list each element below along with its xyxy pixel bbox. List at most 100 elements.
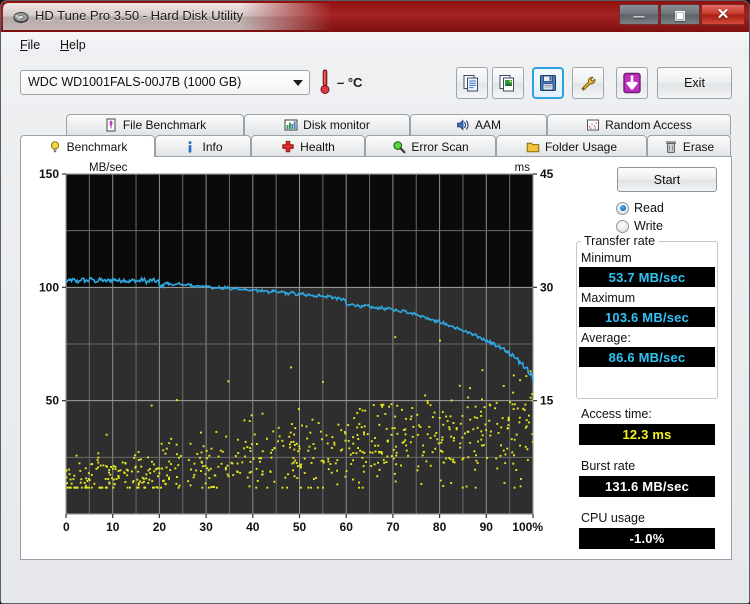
access-time-value: 12.3 ms bbox=[579, 424, 715, 445]
app-window: HD Tune Pro 3.50 - Hard Disk Utility — ▣… bbox=[0, 0, 750, 604]
trash-icon bbox=[664, 140, 678, 154]
maximize-button[interactable]: ▣ bbox=[660, 4, 700, 25]
tab-folder-usage[interactable]: Folder Usage bbox=[496, 135, 647, 157]
drive-select-value: WDC WD1001FALS-00J7B (1000 GB) bbox=[28, 75, 242, 89]
menu-help-rest: elp bbox=[69, 38, 86, 52]
exit-button[interactable]: Exit bbox=[657, 67, 732, 99]
info-icon bbox=[183, 140, 197, 154]
tab-disk-monitor-label: Disk monitor bbox=[303, 118, 370, 132]
title-bar: HD Tune Pro 3.50 - Hard Disk Utility — ▣… bbox=[1, 1, 749, 32]
tab-file-benchmark-label: File Benchmark bbox=[122, 118, 207, 132]
menu-bar: File Help bbox=[2, 32, 749, 57]
maximum-label: Maximum bbox=[581, 291, 636, 305]
start-button[interactable]: Start bbox=[617, 167, 717, 192]
tab-aam-label: AAM bbox=[474, 118, 501, 132]
menu-item-help[interactable]: Help bbox=[54, 36, 92, 54]
floppy-save-icon bbox=[539, 74, 557, 92]
minimize-button[interactable]: — bbox=[619, 4, 659, 25]
benchmark-chart-svg: MB/sec ms 50 100 150 15 30 45 0 10 20 30 40 50 60 7… bbox=[26, 161, 566, 557]
drive-select[interactable]: WDC WD1001FALS-00J7B (1000 GB) bbox=[20, 70, 310, 95]
save-button[interactable] bbox=[532, 67, 564, 99]
svg-text:80: 80 bbox=[433, 520, 447, 534]
tab-row-lower: Benchmark Info Health Error Scan Folder … bbox=[20, 135, 732, 157]
cpu-usage-label: CPU usage bbox=[581, 511, 645, 525]
chevron-down-icon bbox=[293, 80, 303, 86]
tab-erase-label: Erase bbox=[682, 139, 715, 154]
file-benchmark-icon bbox=[104, 118, 118, 132]
start-button-label: Start bbox=[653, 172, 681, 187]
folder-icon bbox=[526, 140, 540, 154]
svg-text:100: 100 bbox=[39, 280, 59, 294]
radio-write-dot bbox=[616, 219, 629, 233]
copy-image-button[interactable] bbox=[492, 67, 524, 99]
copy-image-icon bbox=[499, 74, 517, 92]
random-access-icon bbox=[586, 118, 600, 132]
benchmark-panel: MB/sec ms 50 100 150 15 30 45 0 10 20 30 40 50 60 7… bbox=[20, 156, 732, 560]
svg-text:40: 40 bbox=[246, 520, 260, 534]
options-button[interactable] bbox=[572, 67, 604, 99]
tab-info-label: Info bbox=[202, 139, 223, 154]
radio-read-label: Read bbox=[634, 201, 664, 215]
menu-file-rest: ile bbox=[27, 38, 41, 52]
wrench-tools-icon bbox=[579, 74, 597, 92]
svg-text:45: 45 bbox=[540, 167, 554, 181]
tab-health[interactable]: Health bbox=[251, 135, 365, 157]
radio-read-dot bbox=[616, 201, 629, 215]
radio-read[interactable]: Read bbox=[616, 201, 664, 215]
tab-health-label: Health bbox=[300, 139, 335, 154]
average-label: Average: bbox=[581, 331, 631, 345]
hard-disk-icon bbox=[13, 9, 29, 25]
exit-button-label: Exit bbox=[684, 76, 705, 90]
cpu-usage-value: -1.0% bbox=[579, 528, 715, 549]
minimum-label: Minimum bbox=[581, 251, 632, 265]
close-button[interactable]: ✕ bbox=[701, 4, 745, 25]
svg-text:30: 30 bbox=[540, 280, 554, 294]
minimize-icon: — bbox=[633, 11, 645, 23]
magnifier-icon bbox=[392, 140, 406, 154]
tab-container: File Benchmark Disk monitor AAM Random A… bbox=[20, 114, 732, 560]
tab-error-scan-label: Error Scan bbox=[411, 139, 469, 154]
tab-info[interactable]: Info bbox=[155, 135, 251, 157]
radio-write[interactable]: Write bbox=[616, 219, 663, 233]
tab-erase[interactable]: Erase bbox=[647, 135, 731, 157]
svg-text:10: 10 bbox=[106, 520, 120, 534]
svg-text:150: 150 bbox=[39, 167, 59, 181]
svg-text:50: 50 bbox=[293, 520, 307, 534]
tab-random-access-label: Random Access bbox=[605, 118, 692, 132]
minimum-value: 53.7 MB/sec bbox=[579, 267, 715, 287]
transfer-rate-group-label: Transfer rate bbox=[581, 234, 659, 248]
svg-text:ms: ms bbox=[515, 162, 531, 174]
download-arrow-icon bbox=[621, 72, 643, 94]
copy-text-button[interactable] bbox=[456, 67, 488, 99]
access-time-label: Access time: bbox=[581, 407, 652, 421]
svg-text:70: 70 bbox=[386, 520, 400, 534]
tab-benchmark-label: Benchmark bbox=[66, 139, 128, 154]
tab-folder-usage-label: Folder Usage bbox=[544, 139, 618, 154]
svg-text:30: 30 bbox=[199, 520, 213, 534]
red-cross-icon bbox=[281, 140, 295, 154]
tab-random-access[interactable]: Random Access bbox=[547, 114, 731, 135]
menu-item-file[interactable]: File bbox=[14, 36, 46, 54]
close-icon: ✕ bbox=[716, 6, 730, 23]
tab-error-scan[interactable]: Error Scan bbox=[365, 135, 496, 157]
svg-text:50: 50 bbox=[46, 394, 60, 408]
tab-row-upper: File Benchmark Disk monitor AAM Random A… bbox=[20, 114, 732, 135]
average-value: 86.6 MB/sec bbox=[579, 347, 715, 367]
menu-help-mnemonic: H bbox=[60, 38, 70, 52]
tab-aam[interactable]: AAM bbox=[410, 114, 547, 135]
speaker-icon bbox=[456, 118, 470, 132]
svg-text:90: 90 bbox=[480, 520, 494, 534]
radio-write-label: Write bbox=[634, 219, 663, 233]
tab-disk-monitor[interactable]: Disk monitor bbox=[244, 114, 410, 135]
thermometer-icon bbox=[319, 69, 331, 95]
svg-text:0: 0 bbox=[63, 520, 70, 534]
tab-file-benchmark[interactable]: File Benchmark bbox=[66, 114, 244, 135]
svg-text:MB/sec: MB/sec bbox=[89, 162, 128, 174]
chart-gridlines bbox=[66, 174, 533, 514]
lightbulb-icon bbox=[48, 140, 62, 154]
copy-text-icon bbox=[463, 74, 481, 92]
maximize-icon: ▣ bbox=[674, 7, 686, 22]
download-button[interactable] bbox=[616, 67, 648, 99]
svg-text:60: 60 bbox=[340, 520, 354, 534]
tab-benchmark[interactable]: Benchmark bbox=[20, 135, 155, 157]
